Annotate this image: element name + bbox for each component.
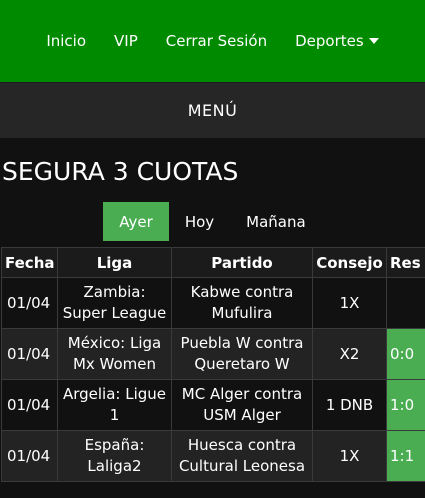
menu-toggle[interactable]: MENÚ <box>0 82 425 138</box>
cell-partido: Kabwe contra Mufulira <box>171 277 313 329</box>
predictions-table: Fecha Liga Partido Consejo Res 01/04 Zam… <box>1 247 425 482</box>
cell-liga: España: Laliga2 <box>57 430 172 482</box>
table-row: 01/04 España: Laliga2 Huesca contra Cult… <box>1 430 425 482</box>
cell-fecha: 01/04 <box>1 430 58 482</box>
page-title: SEGURA 3 CUOTAS <box>2 157 239 186</box>
table-header-row: Fecha Liga Partido Consejo Res <box>1 247 425 278</box>
cell-fecha: 01/04 <box>1 277 58 329</box>
nav-cerrar-sesion-link[interactable]: Cerrar Sesión <box>166 32 267 50</box>
cell-consejo: 1X <box>312 430 387 482</box>
table-row: 01/04 México: Liga Mx Women Puebla W con… <box>1 328 425 380</box>
menu-label: MENÚ <box>187 101 238 120</box>
header-liga: Liga <box>57 247 172 278</box>
cell-consejo: 1 DNB <box>312 379 387 431</box>
cell-res: 0:0 <box>386 328 425 380</box>
cell-liga: Zambia: Super League <box>57 277 172 329</box>
caret-down-icon <box>368 38 379 44</box>
page-footer-gap <box>0 486 425 498</box>
header-fecha: Fecha <box>1 247 58 278</box>
cell-partido: MC Alger contra USM Alger <box>171 379 313 431</box>
header-consejo: Consejo <box>312 247 387 278</box>
nav-deportes-label: Deportes <box>295 32 364 50</box>
cell-res: 1:1 <box>386 430 425 482</box>
table-row: 01/04 Zambia: Super League Kabwe contra … <box>1 277 425 329</box>
cell-res: 1:0 <box>386 379 425 431</box>
nav-inicio-link[interactable]: Inicio <box>46 32 86 50</box>
header-res: Res <box>386 247 425 278</box>
cell-partido: Puebla W contra Queretaro W <box>171 328 313 380</box>
cell-liga: México: Liga Mx Women <box>57 328 172 380</box>
tab-manana[interactable]: Mañana <box>230 202 322 241</box>
top-navigation: Inicio VIP Cerrar Sesión Deportes <box>0 0 425 82</box>
cell-liga: Argelia: Ligue 1 <box>57 379 172 431</box>
cell-fecha: 01/04 <box>1 379 58 431</box>
cell-consejo: X2 <box>312 328 387 380</box>
tab-hoy[interactable]: Hoy <box>169 202 230 241</box>
cell-res <box>386 277 425 329</box>
table-row: 01/04 Argelia: Ligue 1 MC Alger contra U… <box>1 379 425 431</box>
nav-deportes-dropdown[interactable]: Deportes <box>295 32 379 50</box>
tab-ayer[interactable]: Ayer <box>103 202 169 241</box>
cell-fecha: 01/04 <box>1 328 58 380</box>
nav-vip-link[interactable]: VIP <box>114 32 138 50</box>
day-tabs: Ayer Hoy Mañana <box>0 202 425 241</box>
cell-consejo: 1X <box>312 277 387 329</box>
cell-partido: Huesca contra Cultural Leonesa <box>171 430 313 482</box>
header-partido: Partido <box>171 247 313 278</box>
